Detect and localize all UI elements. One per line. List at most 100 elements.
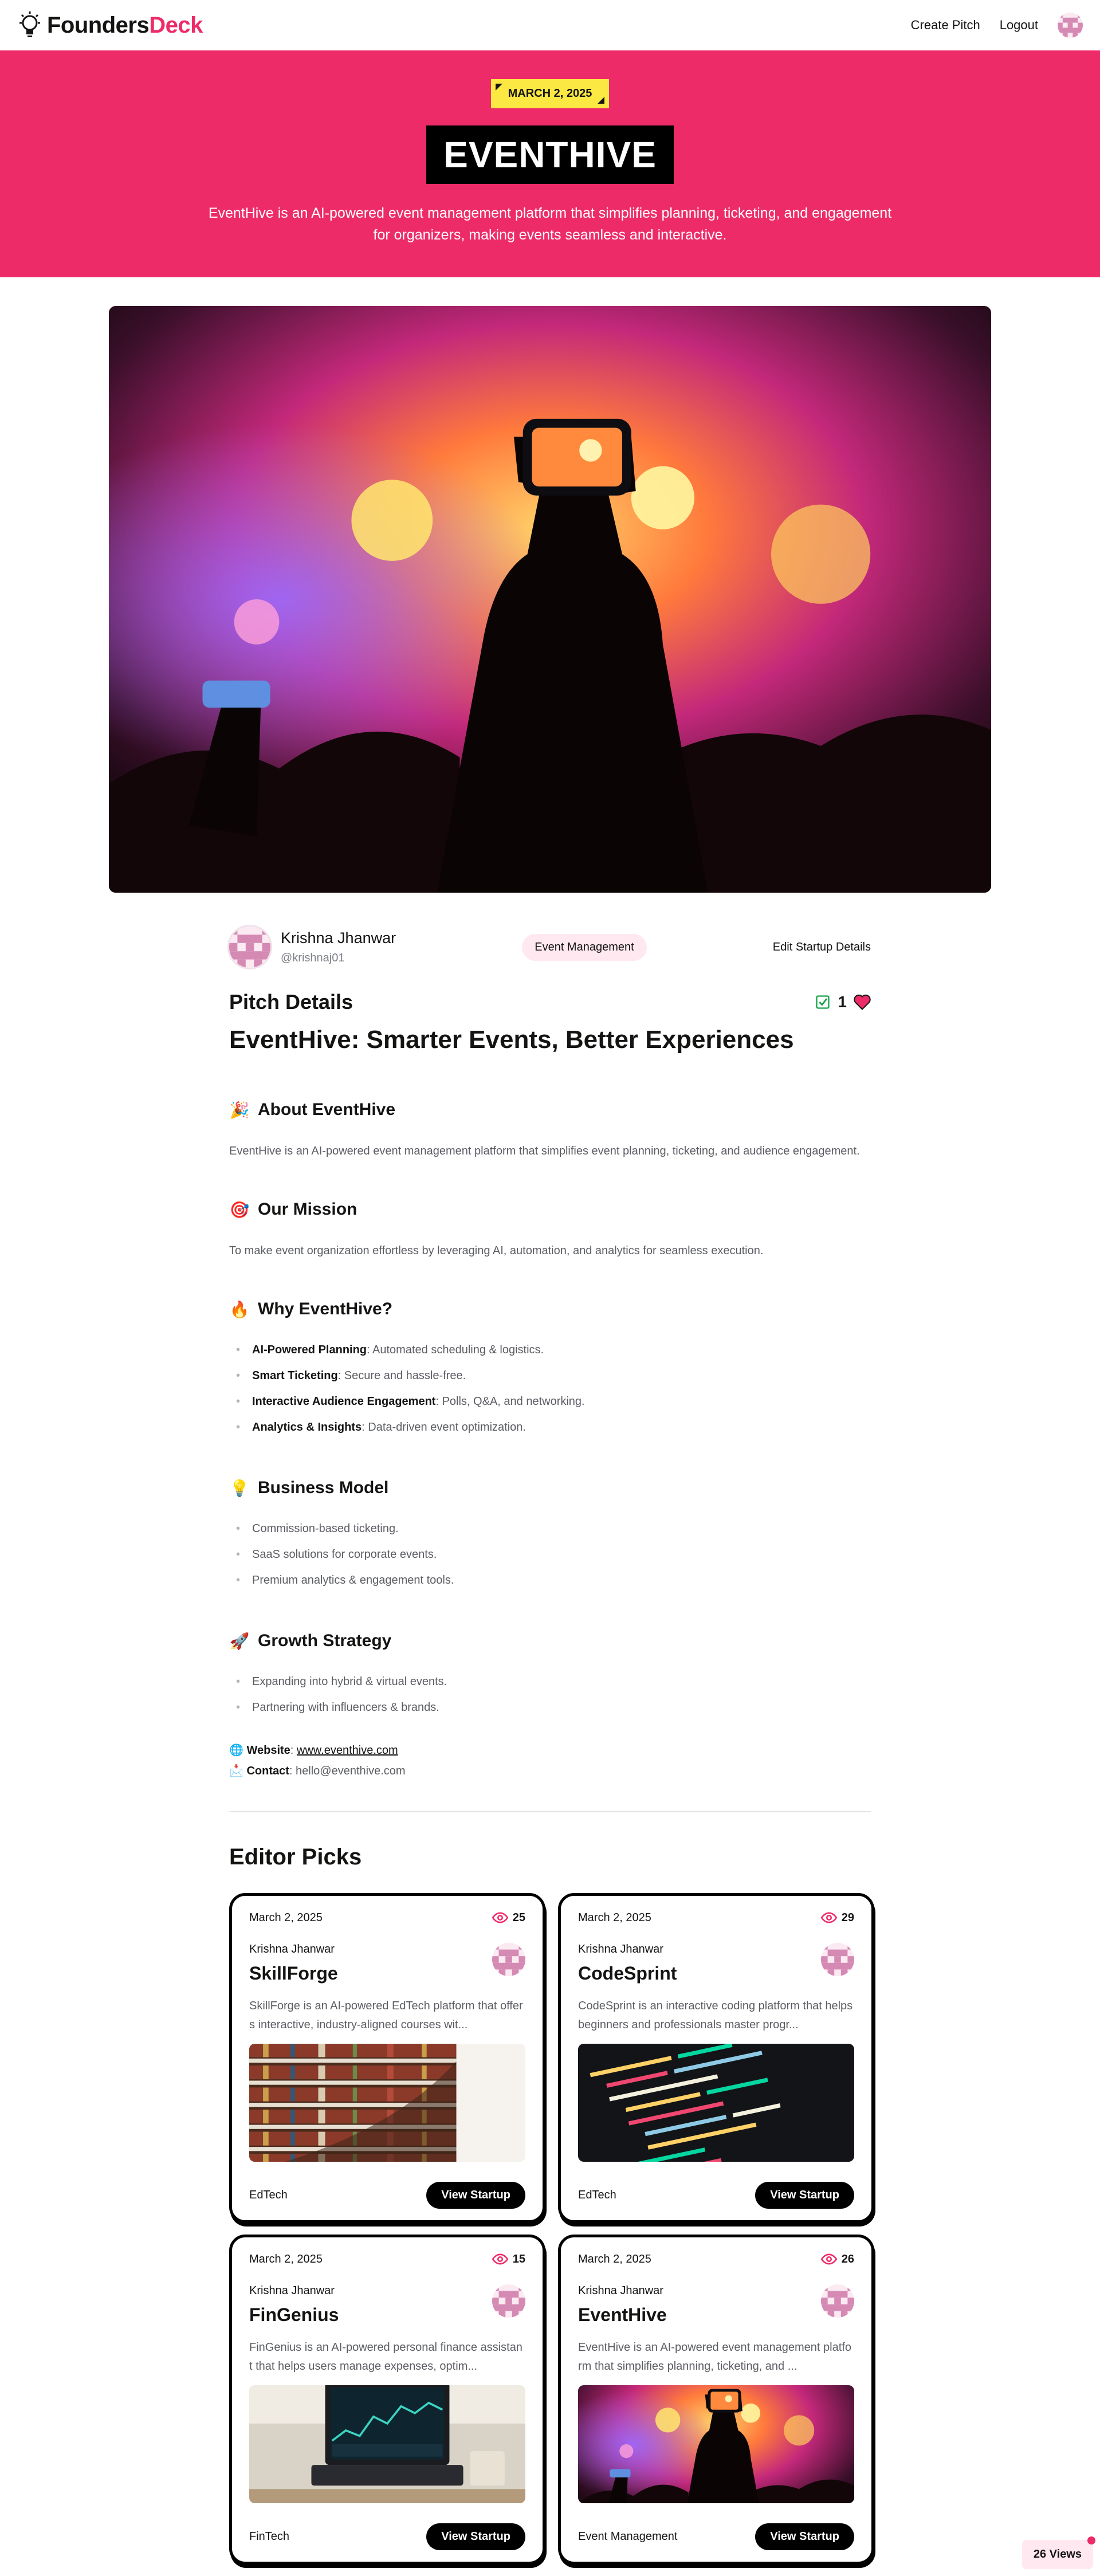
user-avatar[interactable] xyxy=(1058,13,1083,38)
target-icon: 🎯 xyxy=(229,1200,250,1219)
contact-info: 🌐 Website: www.eventhive.com 📩 Contact: … xyxy=(229,1740,871,1781)
author-avatar[interactable] xyxy=(229,926,270,968)
card-date: March 2, 2025 xyxy=(578,2252,651,2265)
card-views: 15 xyxy=(492,2251,525,2267)
card-author[interactable]: Krishna Jhanwar xyxy=(578,1943,677,1956)
mission-heading: 🎯 Our Mission xyxy=(229,1200,871,1219)
why-title: Why EventHive? xyxy=(258,1299,393,1318)
likes-count: 1 xyxy=(838,993,847,1011)
card-image xyxy=(249,2044,525,2162)
contact-label: Contact xyxy=(246,1765,289,1777)
list-item: SaaS solutions for corporate events. xyxy=(229,1542,871,1568)
growth-section: 🚀 Growth Strategy Expanding into hybrid &… xyxy=(229,1631,871,1721)
view-startup-button[interactable]: View Startup xyxy=(426,2523,525,2550)
ping-dot xyxy=(1087,2536,1095,2544)
pitch-content: Krishna Jhanwar @krishnaj01 Event Manage… xyxy=(229,921,874,2565)
card-body: Krishna Jhanwar FinGenius xyxy=(249,2284,525,2326)
view-startup-button[interactable]: View Startup xyxy=(426,2182,525,2209)
pitch-header: Pitch Details 1 xyxy=(229,990,871,1014)
eye-icon xyxy=(821,2251,837,2267)
date-tag: MARCH 2, 2025 xyxy=(490,79,610,108)
author-name: Krishna Jhanwar xyxy=(281,929,396,947)
list-item: Premium analytics & engagement tools. xyxy=(229,1568,871,1593)
card-text: Krishna Jhanwar EventHive xyxy=(578,2284,667,2326)
list-item: Interactive Audience Engagement: Polls, … xyxy=(229,1389,871,1415)
card-body: Krishna Jhanwar EventHive xyxy=(578,2284,854,2326)
party-icon: 🎉 xyxy=(229,1101,250,1119)
website-link[interactable]: www.eventhive.com xyxy=(297,1744,398,1757)
author-info[interactable]: Krishna Jhanwar @krishnaj01 xyxy=(229,926,396,968)
logo[interactable]: FoundersDeck xyxy=(17,10,203,40)
editor-picks-title: Editor Picks xyxy=(229,1844,362,1870)
card-title[interactable]: FinGenius xyxy=(249,2304,339,2326)
startup-card[interactable]: March 2, 2025 25 Krishna Jhanwar SkillFo… xyxy=(229,1893,545,2223)
card-category[interactable]: EdTech xyxy=(249,2189,288,2202)
logo-text: FoundersDeck xyxy=(47,13,203,38)
nav-links: Create Pitch Logout xyxy=(911,13,1083,38)
edit-startup-link[interactable]: Edit Startup Details xyxy=(773,941,871,954)
website-label: Website xyxy=(246,1744,290,1757)
card-title[interactable]: EventHive xyxy=(578,2304,667,2326)
category-badge[interactable]: Event Management xyxy=(522,933,647,961)
startup-card[interactable]: March 2, 2025 26 Krishna Jhanwar EventHi… xyxy=(558,2235,874,2565)
website-row: 🌐 Website: www.eventhive.com xyxy=(229,1744,398,1757)
card-footer: FinTech View Startup xyxy=(249,2523,525,2550)
card-image xyxy=(249,2385,525,2503)
card-category[interactable]: EdTech xyxy=(578,2189,616,2202)
views-badge: 26 Views xyxy=(1022,2536,1095,2569)
card-title[interactable]: SkillForge xyxy=(249,1963,338,1984)
lightbulb-emoji-icon: 💡 xyxy=(229,1479,250,1497)
likes: 1 xyxy=(815,993,871,1011)
fire-icon: 🔥 xyxy=(229,1300,250,1318)
growth-title: Growth Strategy xyxy=(258,1631,392,1650)
card-author[interactable]: Krishna Jhanwar xyxy=(578,2284,667,2298)
view-startup-button[interactable]: View Startup xyxy=(755,2182,854,2209)
card-author[interactable]: Krishna Jhanwar xyxy=(249,2284,339,2298)
list-item: Smart Ticketing: Secure and hassle-free. xyxy=(229,1363,871,1389)
card-image xyxy=(578,2044,854,2162)
list-item: AI-Powered Planning: Automated schedulin… xyxy=(229,1337,871,1363)
startup-card[interactable]: March 2, 2025 29 Krishna Jhanwar CodeSpr… xyxy=(558,1893,874,2223)
about-section: 🎉 About EventHive EventHive is an AI-powe… xyxy=(229,1100,871,1162)
card-category[interactable]: FinTech xyxy=(249,2530,289,2543)
card-date: March 2, 2025 xyxy=(249,2252,323,2265)
card-header: March 2, 2025 29 xyxy=(578,1910,854,1926)
card-views: 25 xyxy=(492,1910,525,1926)
card-avatar[interactable] xyxy=(821,2284,854,2318)
card-header: March 2, 2025 26 xyxy=(578,2251,854,2267)
heart-icon[interactable] xyxy=(854,994,871,1010)
logo-text-accent: Deck xyxy=(149,12,203,38)
card-avatar[interactable] xyxy=(492,1943,525,1976)
globe-icon: 🌐 xyxy=(229,1744,243,1757)
create-pitch-link[interactable]: Create Pitch xyxy=(911,18,980,33)
why-heading: 🔥 Why EventHive? xyxy=(229,1299,871,1319)
card-description: CodeSprint is an interactive coding plat… xyxy=(578,2000,853,2031)
card-date: March 2, 2025 xyxy=(249,1911,323,1924)
logo-text-primary: Founders xyxy=(47,12,150,38)
card-header: March 2, 2025 15 xyxy=(249,2251,525,2267)
growth-list: Expanding into hybrid & virtual events. … xyxy=(229,1669,871,1721)
editor-picks-grid: March 2, 2025 25 Krishna Jhanwar SkillFo… xyxy=(229,1893,874,2565)
why-list: AI-Powered Planning: Automated schedulin… xyxy=(229,1337,871,1440)
check-square-icon[interactable] xyxy=(815,994,831,1010)
card-category[interactable]: Event Management xyxy=(578,2530,677,2543)
business-title: Business Model xyxy=(258,1478,389,1497)
list-item: Expanding into hybrid & virtual events. xyxy=(229,1669,871,1695)
list-item: Partnering with influencers & brands. xyxy=(229,1695,871,1721)
card-title[interactable]: CodeSprint xyxy=(578,1963,677,1984)
mission-text: To make event organization effortless by… xyxy=(229,1244,764,1257)
author-row: Krishna Jhanwar @krishnaj01 Event Manage… xyxy=(229,921,871,973)
card-author[interactable]: Krishna Jhanwar xyxy=(249,1943,338,1956)
card-avatar[interactable] xyxy=(821,1943,854,1976)
card-avatar[interactable] xyxy=(492,2284,525,2318)
logout-link[interactable]: Logout xyxy=(1000,18,1038,33)
card-description: EventHive is an AI-powered event managem… xyxy=(578,2341,851,2373)
pitch-details-heading: Pitch Details xyxy=(229,990,353,1014)
card-views: 29 xyxy=(821,1910,854,1926)
lightbulb-icon xyxy=(19,11,40,37)
view-startup-button[interactable]: View Startup xyxy=(755,2523,854,2550)
author-text: Krishna Jhanwar @krishnaj01 xyxy=(281,929,396,965)
card-text: Krishna Jhanwar CodeSprint xyxy=(578,1943,677,1984)
contact-email: hello@eventhive.com xyxy=(296,1765,406,1777)
startup-card[interactable]: March 2, 2025 15 Krishna Jhanwar FinGeni… xyxy=(229,2235,545,2565)
